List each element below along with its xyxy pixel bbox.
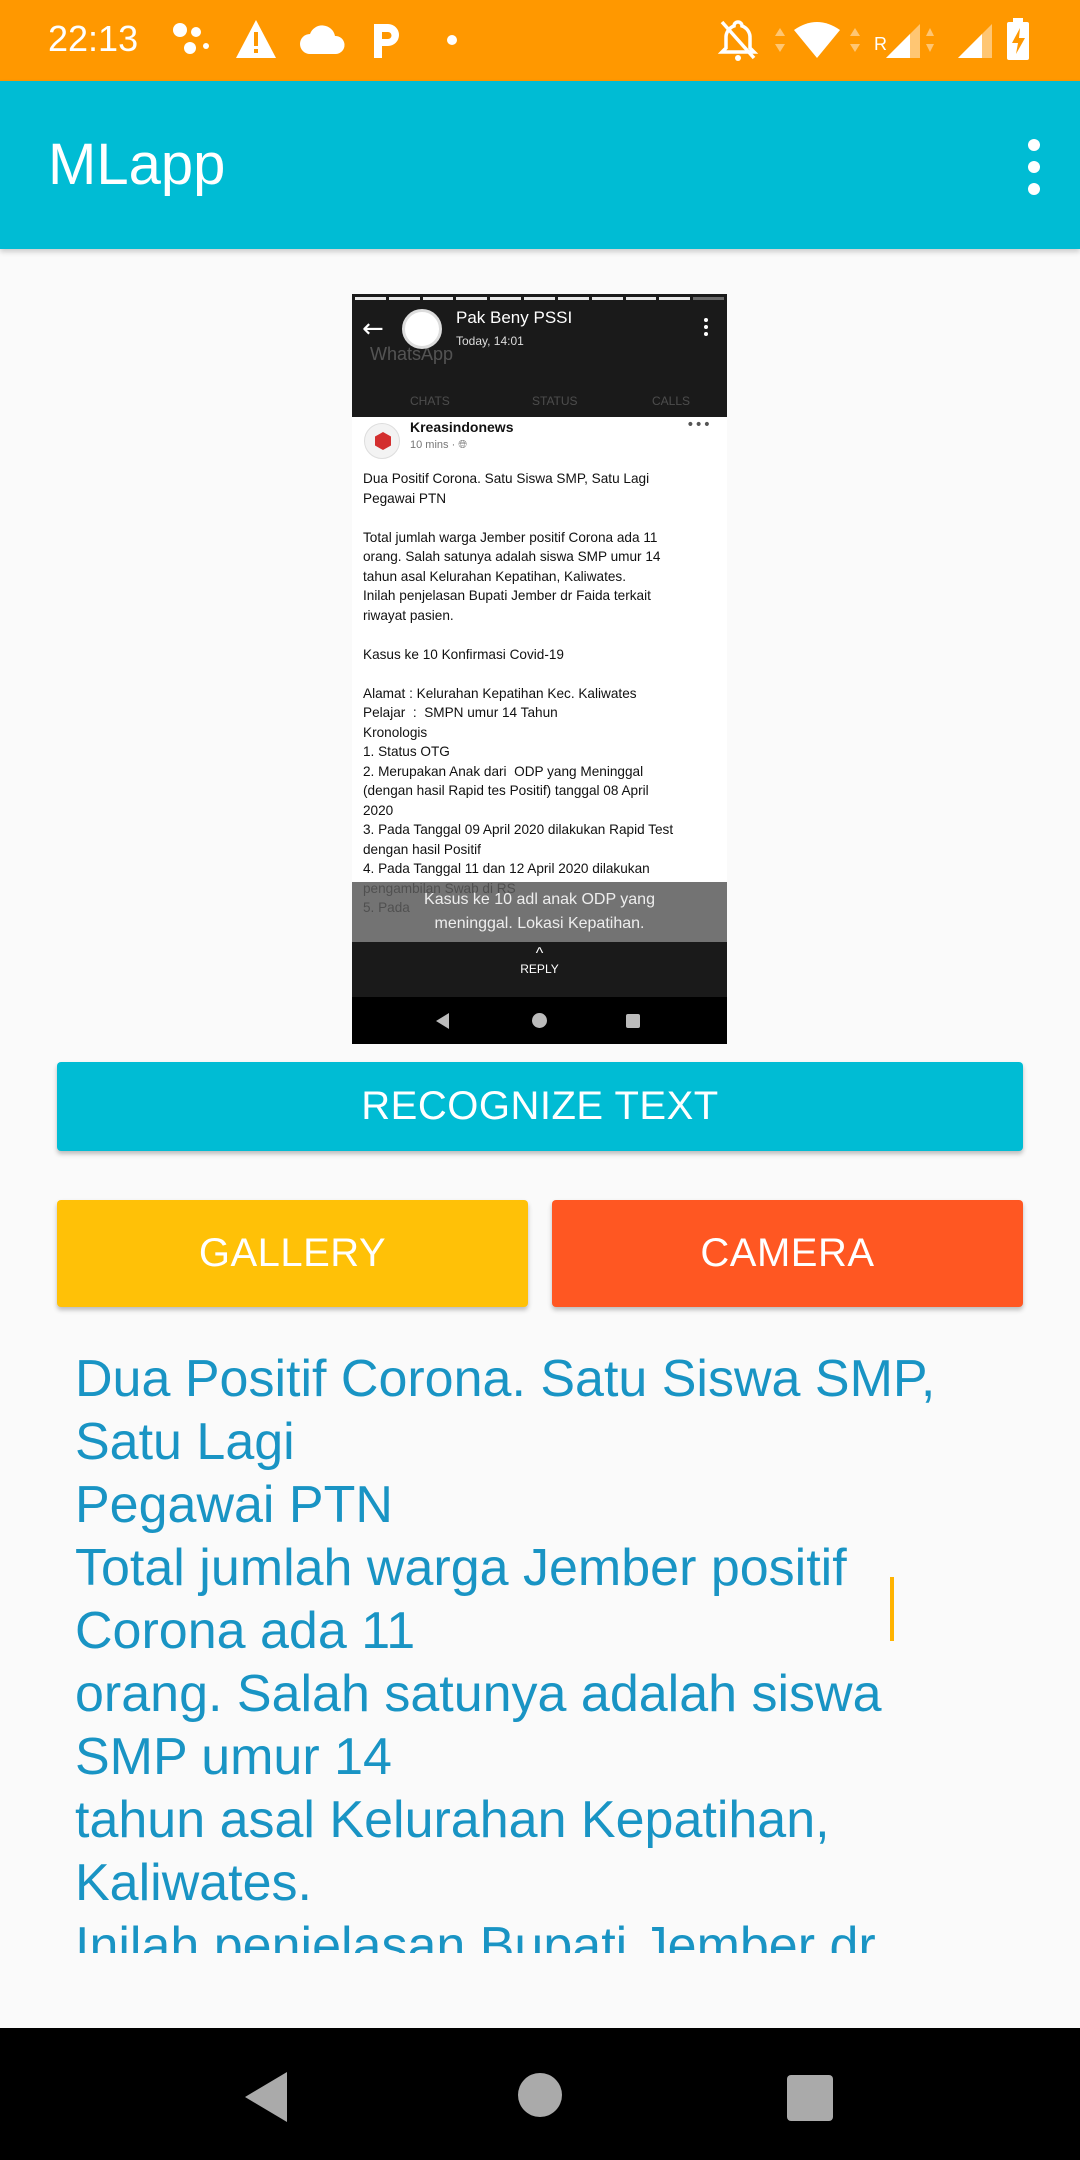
- assistant-icon: [173, 23, 209, 54]
- post-author: Kreasindonews: [410, 419, 514, 435]
- preview-home-icon: [532, 1013, 547, 1028]
- signal-roaming-icon: [886, 24, 934, 58]
- p-icon: [374, 24, 399, 58]
- battery-charging-icon: [1007, 18, 1029, 60]
- avatar: [402, 309, 442, 349]
- preview-status-header: WhatsApp CHATS STATUS CALLS ← Pak Beny P…: [352, 294, 727, 417]
- publisher-logo-icon: [364, 423, 400, 459]
- status-bar: 22:13 R: [0, 0, 1080, 81]
- more-vert-icon[interactable]: [1022, 139, 1046, 195]
- arrow-back-icon: ←: [362, 314, 384, 344]
- notifications-off-icon: [717, 20, 759, 61]
- system-nav-bar: [0, 2028, 1080, 2160]
- preview-recents-icon: [626, 1014, 640, 1028]
- contact-name: Pak Beny PSSI: [456, 308, 573, 327]
- reply-label: REPLY: [520, 962, 559, 976]
- ghost-tab-calls: CALLS: [652, 394, 691, 408]
- signal-icon: [958, 24, 992, 58]
- preview-back-icon: [436, 1013, 449, 1029]
- post-time: 10 mins · 🌐︎: [410, 439, 468, 451]
- camera-button[interactable]: CAMERA: [552, 1200, 1023, 1307]
- recognize-text-button[interactable]: RECOGNIZE TEXT: [57, 1062, 1023, 1151]
- post-menu-icon: •••: [686, 417, 711, 433]
- dot-icon: [447, 35, 457, 45]
- warning-icon: [236, 20, 276, 58]
- contact-time: Today, 14:01: [456, 334, 524, 348]
- chevron-up-icon: ^: [535, 945, 544, 962]
- image-preview: WhatsApp CHATS STATUS CALLS ← Pak Beny P…: [352, 294, 727, 1044]
- ghost-app-title: WhatsApp: [370, 344, 454, 364]
- ghost-tab-status: STATUS: [532, 394, 578, 408]
- home-icon[interactable]: [518, 2073, 562, 2117]
- app-bar: MLapp: [0, 81, 1080, 249]
- back-icon[interactable]: [245, 2072, 287, 2122]
- wifi-icon: [775, 22, 860, 58]
- ghost-tab-chats: CHATS: [410, 394, 450, 408]
- app-title: MLapp: [48, 132, 226, 197]
- cloud-icon: [300, 25, 345, 54]
- preview-more-icon: [703, 318, 709, 340]
- globe-icon: 🌐︎: [458, 439, 468, 451]
- recents-icon[interactable]: [787, 2075, 833, 2121]
- post-card: Kreasindonews 10 mins · 🌐︎ ••• Dua Posit…: [352, 417, 727, 957]
- post-text: Dua Positif Corona. Satu Siswa SMP, Satu…: [363, 471, 674, 915]
- preview-nav-bar: [352, 997, 727, 1044]
- reply-area: ^ REPLY: [352, 942, 727, 997]
- gallery-button[interactable]: GALLERY: [57, 1200, 528, 1307]
- status-time: 22:13: [48, 18, 139, 59]
- status-caption: Kasus ke 10 adl anak ODP yang meninggal.…: [352, 882, 727, 942]
- recognized-text-field[interactable]: Dua Positif Corona. Satu Siswa SMP, Satu…: [75, 1348, 1005, 1953]
- status-progress: [355, 297, 724, 300]
- text-cursor: [890, 1577, 894, 1641]
